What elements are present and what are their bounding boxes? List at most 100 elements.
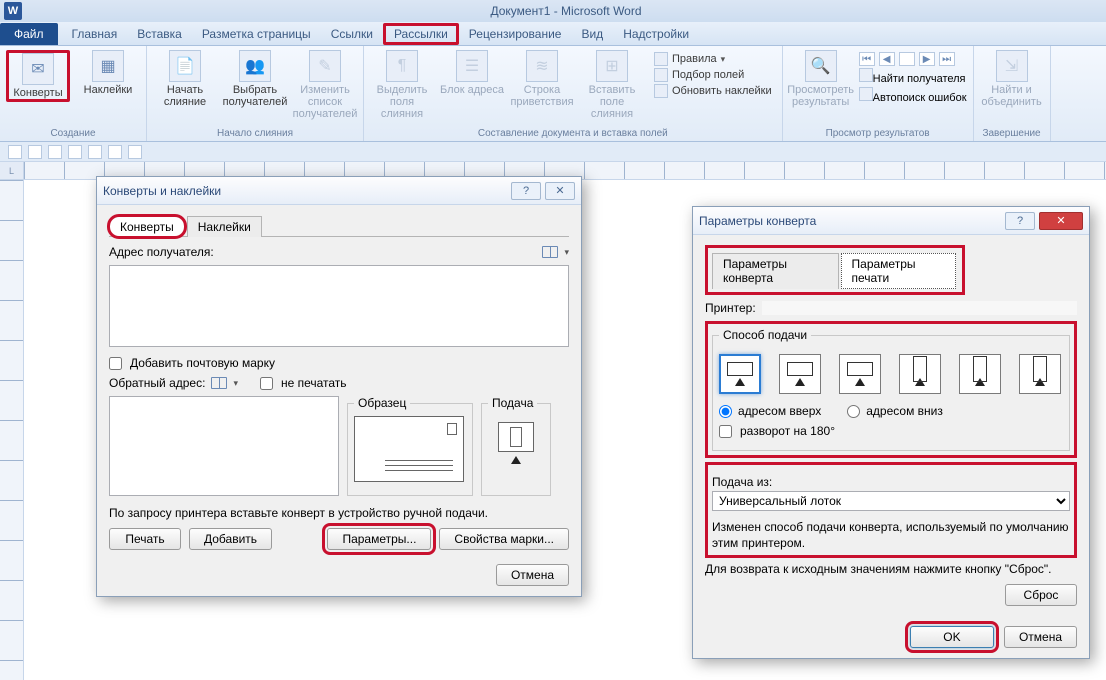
address-block-label: Блок адреса xyxy=(440,84,504,96)
dialog-title: Параметры конверта xyxy=(699,214,816,228)
no-print-checkbox[interactable] xyxy=(260,377,273,390)
qat-icon[interactable] xyxy=(68,145,82,159)
feed-option-4[interactable] xyxy=(899,354,941,394)
insert-field-icon: ⊞ xyxy=(596,50,628,82)
check-errors-button[interactable]: Автопоиск ошибок xyxy=(859,87,967,104)
greeting-line-button[interactable]: ≋ Строка приветствия xyxy=(510,50,574,120)
add-stamp-checkbox[interactable] xyxy=(109,357,122,370)
highlight-fields-button[interactable]: ¶ Выделить поля слияния xyxy=(370,50,434,120)
rules-button[interactable]: Правила▾ xyxy=(654,52,772,66)
preview-results-button[interactable]: 🔍 Просмотреть результаты xyxy=(789,50,853,108)
group-create-label: Создание xyxy=(50,128,95,139)
add-button[interactable]: Добавить xyxy=(189,528,272,550)
find-recipient-button[interactable]: Найти получателя xyxy=(859,68,967,85)
rotate-checkbox[interactable] xyxy=(719,425,732,438)
labels-label: Наклейки xyxy=(84,84,133,96)
recipient-address-input[interactable] xyxy=(109,265,569,347)
feed-option-5[interactable] xyxy=(959,354,1001,394)
next-record-icon[interactable]: ▶ xyxy=(919,52,935,66)
cancel-button[interactable]: Отмена xyxy=(496,564,569,586)
print-button[interactable]: Печать xyxy=(109,528,181,550)
close-button[interactable]: ✕ xyxy=(545,182,575,200)
dialog-titlebar[interactable]: Параметры конверта ? ✕ xyxy=(693,207,1089,235)
feed-option-2[interactable] xyxy=(779,354,821,394)
insert-field-button[interactable]: ⊞ Вставить поле слияния xyxy=(580,50,644,120)
tab-references[interactable]: Ссылки xyxy=(321,23,383,45)
errors-icon xyxy=(859,87,873,101)
qat-icon[interactable] xyxy=(28,145,42,159)
qat-icon[interactable] xyxy=(108,145,122,159)
first-record-icon[interactable]: ⏮ xyxy=(859,52,875,66)
address-down-radio[interactable] xyxy=(847,405,860,418)
greeting-label: Строка приветствия xyxy=(510,84,574,108)
close-button[interactable]: ✕ xyxy=(1039,212,1083,230)
sample-fieldset: Образец xyxy=(347,396,473,496)
titlebar: W Документ1 - Microsoft Word xyxy=(0,0,1106,22)
options-button[interactable]: Параметры... xyxy=(327,528,431,550)
insert-field-label: Вставить поле слияния xyxy=(580,84,644,120)
cancel-button[interactable]: Отмена xyxy=(1004,626,1077,648)
tray-select[interactable]: Универсальный лоток xyxy=(712,491,1070,511)
tab-review[interactable]: Рецензирование xyxy=(459,23,572,45)
rotate-label: разворот на 180° xyxy=(740,424,835,438)
edit-list-button[interactable]: ✎ Изменить список получателей xyxy=(293,50,357,120)
update-labels-button[interactable]: Обновить наклейки xyxy=(654,84,772,98)
tab-print-options[interactable]: Параметры печати xyxy=(841,253,956,289)
group-preview: 🔍 Просмотреть результаты ⏮ ◀ ▶ ⏭ Найти п… xyxy=(783,46,974,141)
last-record-icon[interactable]: ⏭ xyxy=(939,52,955,66)
tab-layout[interactable]: Разметка страницы xyxy=(192,23,321,45)
address-block-icon: ☰ xyxy=(456,50,488,82)
feed-preview[interactable] xyxy=(498,422,534,452)
dialog-titlebar[interactable]: Конверты и наклейки ? ✕ xyxy=(97,177,581,205)
finish-merge-button[interactable]: ⇲ Найти и объединить xyxy=(980,50,1044,108)
tab-labels[interactable]: Наклейки xyxy=(187,216,262,237)
reset-note: Для возврата к исходным значениям нажмит… xyxy=(705,562,1077,576)
quick-access-toolbar xyxy=(0,142,1106,162)
labels-button[interactable]: ▦ Наклейки xyxy=(76,50,140,102)
return-address-input[interactable] xyxy=(109,396,339,496)
feed-option-3[interactable] xyxy=(839,354,881,394)
help-button[interactable]: ? xyxy=(511,182,541,200)
arrow-up-icon xyxy=(511,456,521,464)
start-merge-button[interactable]: 📄 Начать слияние xyxy=(153,50,217,120)
address-book-icon[interactable] xyxy=(542,246,558,258)
return-address-label: Обратный адрес: xyxy=(109,376,205,390)
prev-record-icon[interactable]: ◀ xyxy=(879,52,895,66)
tab-home[interactable]: Главная xyxy=(62,23,128,45)
address-book-icon[interactable] xyxy=(211,377,227,389)
qat-icon[interactable] xyxy=(88,145,102,159)
address-up-radio[interactable] xyxy=(719,405,732,418)
tab-mailings[interactable]: Рассылки xyxy=(383,23,459,45)
address-block-button[interactable]: ☰ Блок адреса xyxy=(440,50,504,120)
feed-option-1[interactable] xyxy=(719,354,761,394)
tab-insert[interactable]: Вставка xyxy=(127,23,192,45)
tab-file[interactable]: Файл xyxy=(0,23,58,45)
dropdown-icon[interactable]: ▾ xyxy=(233,378,238,389)
group-start-label: Начало слияния xyxy=(217,128,293,139)
feed-option-6[interactable] xyxy=(1019,354,1061,394)
labels-icon: ▦ xyxy=(92,50,124,82)
reset-button[interactable]: Сброс xyxy=(1005,584,1077,606)
ruler-corner: L xyxy=(0,162,24,180)
select-recipients-button[interactable]: 👥 Выбрать получателей xyxy=(223,50,287,120)
no-print-label: не печатать xyxy=(281,376,347,390)
feed-method-legend: Способ подачи xyxy=(719,328,811,342)
find-icon xyxy=(859,68,873,82)
recipient-address-label: Адрес получателя: xyxy=(109,245,214,259)
qat-icon[interactable] xyxy=(8,145,22,159)
tab-view[interactable]: Вид xyxy=(571,23,613,45)
qat-icon[interactable] xyxy=(48,145,62,159)
tab-envelopes[interactable]: Конверты xyxy=(109,216,185,237)
dropdown-icon[interactable]: ▾ xyxy=(564,247,569,258)
envelopes-button[interactable]: ✉ Конверты xyxy=(6,50,70,102)
ok-button[interactable]: OK xyxy=(910,626,994,648)
match-fields-button[interactable]: Подбор полей xyxy=(654,68,772,82)
record-nav[interactable]: ⏮ ◀ ▶ ⏭ xyxy=(859,52,967,66)
tab-envelope-options[interactable]: Параметры конверта xyxy=(712,253,839,289)
help-button[interactable]: ? xyxy=(1005,212,1035,230)
vertical-ruler[interactable] xyxy=(0,180,24,680)
stamp-properties-button[interactable]: Свойства марки... xyxy=(439,528,569,550)
envelope-preview[interactable] xyxy=(354,416,464,482)
tab-addins[interactable]: Надстройки xyxy=(613,23,699,45)
qat-icon[interactable] xyxy=(128,145,142,159)
